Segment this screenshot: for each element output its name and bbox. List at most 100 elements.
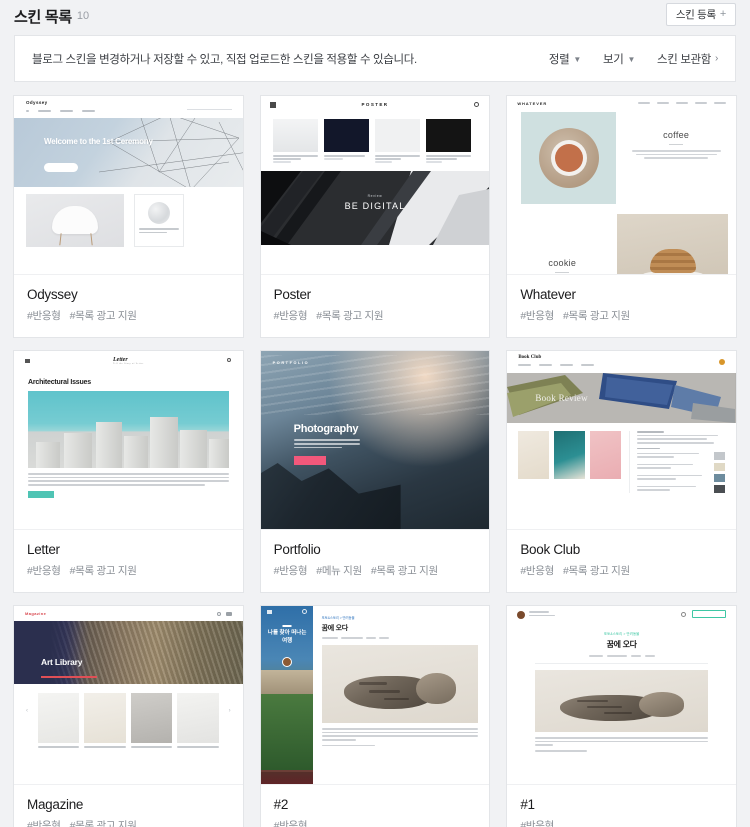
preview-heading: Architectural Issues (28, 379, 91, 386)
avatar (517, 610, 526, 619)
skin-name: #2 (273, 797, 289, 812)
skin-thumbnail-2[interactable]: 나를 찾아 떠나는 여행 포토&스토리 > 반려동물 꿈에 오다 (260, 606, 490, 785)
preview-section-text (624, 150, 728, 159)
skin-name: #1 (520, 797, 535, 812)
avatar (719, 359, 725, 365)
skin-thumbnail-portfolio[interactable]: PORTFOLIO Photography (260, 351, 490, 530)
preview-logo: Magazine (25, 611, 47, 616)
preview-logo: Letter Tell the Story of Letter (113, 357, 144, 365)
skin-name: Letter (27, 542, 60, 557)
preview-section-title: cookie (548, 258, 577, 268)
notice-text: 블로그 스킨을 변경하거나 저장할 수 있고, 직접 업로드한 스킨을 적용할 … (32, 53, 417, 66)
skin-card-whatever[interactable]: WHATEVER coffee cookie Whatever #반응형 #목록… (506, 95, 737, 338)
skin-tag: #목록 광고 지원 (69, 820, 137, 827)
preview-nav (518, 364, 725, 366)
register-skin-button[interactable]: 스킨 등록 + (665, 3, 736, 26)
plus-icon: + (719, 8, 726, 20)
skin-name: Whatever (520, 287, 576, 302)
preview-hero-text (293, 439, 360, 450)
skin-card-2[interactable]: 나를 찾아 떠나는 여행 포토&스토리 > 반려동물 꿈에 오다 #2 #반응형 (259, 605, 491, 827)
preview-hero-title: BE DIGITAL (344, 201, 406, 212)
notice-bar: 블로그 스킨을 변경하거나 저장할 수 있고, 직접 업로드한 스킨을 적용할 … (14, 35, 736, 82)
page-header: 스킨 목록 10 스킨 등록 + (0, 0, 750, 32)
view-dropdown[interactable]: 보기 ▼ (603, 51, 635, 67)
preview-post-image (535, 670, 708, 732)
skin-tags: #반응형 (520, 818, 723, 827)
preview-post-title: 꿈에 오다 (606, 640, 637, 649)
preview-image-cookie (617, 214, 728, 274)
hamburger-icon (269, 102, 276, 108)
skin-card-letter[interactable]: Letter Tell the Story of Letter Architec… (13, 350, 244, 593)
preview-logo-subtitle: Tell the Story of Letter (113, 363, 144, 365)
skin-tags: #반응형 #목록 광고 지원 (274, 308, 477, 323)
skin-name: Odyssey (27, 287, 78, 302)
preview-sidebar (629, 431, 725, 494)
preview-post-image (26, 194, 124, 247)
skin-tags: #반응형 #메뉴 지원 #목록 광고 지원 (274, 563, 477, 578)
skin-tag: #반응형 (27, 820, 61, 827)
skin-tags: #반응형 #목록 광고 지원 (27, 818, 230, 827)
skin-name: Magazine (27, 797, 84, 812)
skin-thumbnail-poster[interactable]: POSTER Review BE DIGITAL (260, 96, 490, 275)
skin-thumbnail-1[interactable]: 포토&스토리 > 반려동물 꿈에 오다 (507, 606, 736, 785)
page-title: 스킨 목록 (14, 8, 72, 26)
skin-tag: #반응형 (273, 310, 308, 322)
chevron-right-icon: › (228, 708, 231, 714)
skin-name: Poster (273, 287, 312, 302)
skin-card-book-club[interactable]: Book Club Book Review Book Club #반응형 #목록… (506, 350, 737, 593)
skin-tag: #목록 광고 지원 (69, 565, 137, 577)
hamburger-icon (25, 359, 30, 363)
hero-line-art (14, 118, 243, 187)
search-icon (301, 609, 307, 614)
preview-hero-title: Welcome to the 1st Ceremony (44, 137, 153, 146)
preview-post-meta (535, 654, 708, 658)
skin-tags: #반응형 #목록 광고 지원 (520, 563, 723, 578)
preview-card-carousel: ‹ › (14, 684, 243, 743)
skin-tag: #반응형 (27, 310, 61, 322)
skin-card-portfolio[interactable]: PORTFOLIO Photography Portfolio #반응형 #메뉴… (259, 350, 491, 593)
skin-tag: #반응형 (520, 565, 554, 577)
preview-hero-button (44, 163, 78, 172)
skin-thumbnail-letter[interactable]: Letter Tell the Story of Letter Architec… (14, 351, 243, 530)
sort-dropdown[interactable]: 정렬 ▼ (549, 51, 581, 67)
preview-blog-name (529, 611, 556, 617)
skin-name: Book Club (520, 542, 580, 557)
preview-post-list (518, 431, 622, 493)
skin-thumbnail-book-club[interactable]: Book Club Book Review (507, 351, 736, 530)
skin-name: Portfolio (273, 542, 321, 557)
preview-hero-button (293, 456, 326, 465)
skin-card-odyssey[interactable]: Odyssey Welcome to the 1st Ceremony Odys… (13, 95, 244, 338)
skin-tags: #반응형 #목록 광고 지원 (520, 308, 723, 323)
skin-storage-link[interactable]: 스킨 보관함 › (657, 51, 718, 67)
hamburger-icon (266, 610, 272, 614)
preview-hero-title: Photography (293, 423, 359, 435)
preview-text (28, 473, 229, 486)
preview-post-row (261, 113, 490, 164)
skin-thumbnail-odyssey[interactable]: Odyssey Welcome to the 1st Ceremony (14, 96, 243, 275)
skin-tag: #반응형 (520, 310, 554, 322)
preview-post-text (321, 728, 479, 747)
skin-tag: #목록 광고 지원 (316, 310, 384, 322)
preview-hero: Review BE DIGITAL (260, 171, 490, 246)
preview-nav (26, 110, 231, 112)
skin-card-poster[interactable]: POSTER Review BE DIGITAL Poster #반응형 #목록… (259, 95, 491, 338)
skin-storage-label: 스킨 보관함 (657, 53, 712, 66)
preview-post-category: 포토&스토리 > 반려동물 (321, 616, 355, 620)
register-skin-label: 스킨 등록 (675, 9, 716, 21)
search-icon (474, 102, 480, 107)
preview-logo: WHATEVER (517, 100, 548, 106)
skin-grid: Odyssey Welcome to the 1st Ceremony Odys… (13, 95, 737, 827)
skin-card-magazine[interactable]: Magazine Art Library ‹ › Magazine #반응형 #… (13, 605, 244, 827)
skin-tag: #목록 광고 지원 (562, 310, 630, 322)
skin-thumbnail-whatever[interactable]: WHATEVER coffee cookie (507, 96, 736, 275)
skin-tags: #반응형 #목록 광고 지원 (27, 308, 230, 323)
skin-card-1[interactable]: 포토&스토리 > 반려동물 꿈에 오다 #1 #반응형 (506, 605, 737, 827)
skin-thumbnail-magazine[interactable]: Magazine Art Library ‹ › (14, 606, 243, 785)
preview-post-title: 꿈에 오다 (321, 625, 349, 632)
preview-nav (216, 611, 232, 616)
preview-hero-subtitle: Review (367, 194, 383, 199)
preview-sidebar: 나를 찾아 떠나는 여행 (260, 606, 313, 784)
preview-read-more-button (28, 490, 54, 498)
skin-tag: #메뉴 지원 (316, 565, 362, 577)
chevron-down-icon: ▼ (573, 55, 581, 64)
